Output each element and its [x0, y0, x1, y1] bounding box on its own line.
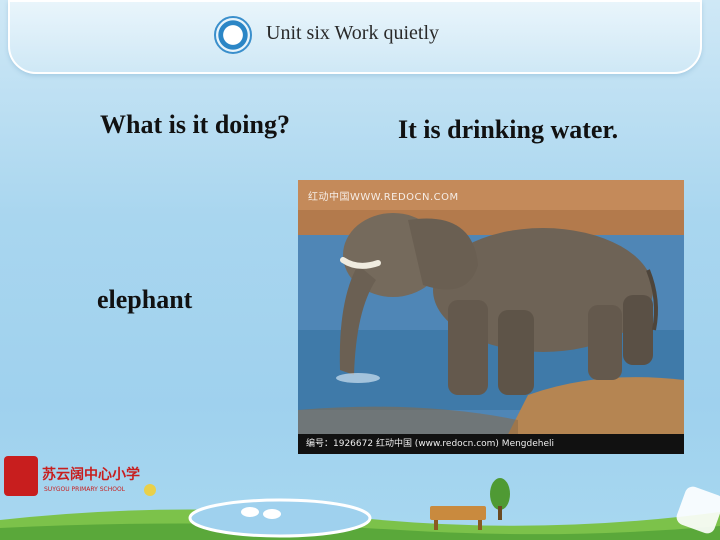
page-title: Unit six Work quietly [266, 22, 440, 44]
elephant-photo: 红动中国WWW.REDOCN.COM 编号：1926672 红动中国 (www.… [298, 180, 684, 454]
school-emblem-icon [4, 456, 38, 496]
vocabulary-word: elephant [97, 285, 193, 314]
elephant-illustration [298, 180, 684, 454]
photo-watermark: 红动中国WWW.REDOCN.COM [308, 192, 459, 203]
school-badge-icon [214, 16, 252, 54]
school-name: 苏云阔中心小学 [42, 467, 140, 483]
question-text: What is it doing? [100, 110, 290, 139]
photo-caption-bar: 编号：1926672 红动中国 (www.redocn.com) Mengdeh… [298, 434, 684, 454]
answer-text: It is drinking water. [398, 115, 619, 144]
slide: Unit six Work quietly What is it doing? … [0, 0, 720, 540]
school-name-en: SUYGOU PRIMARY SCHOOL [44, 486, 126, 493]
